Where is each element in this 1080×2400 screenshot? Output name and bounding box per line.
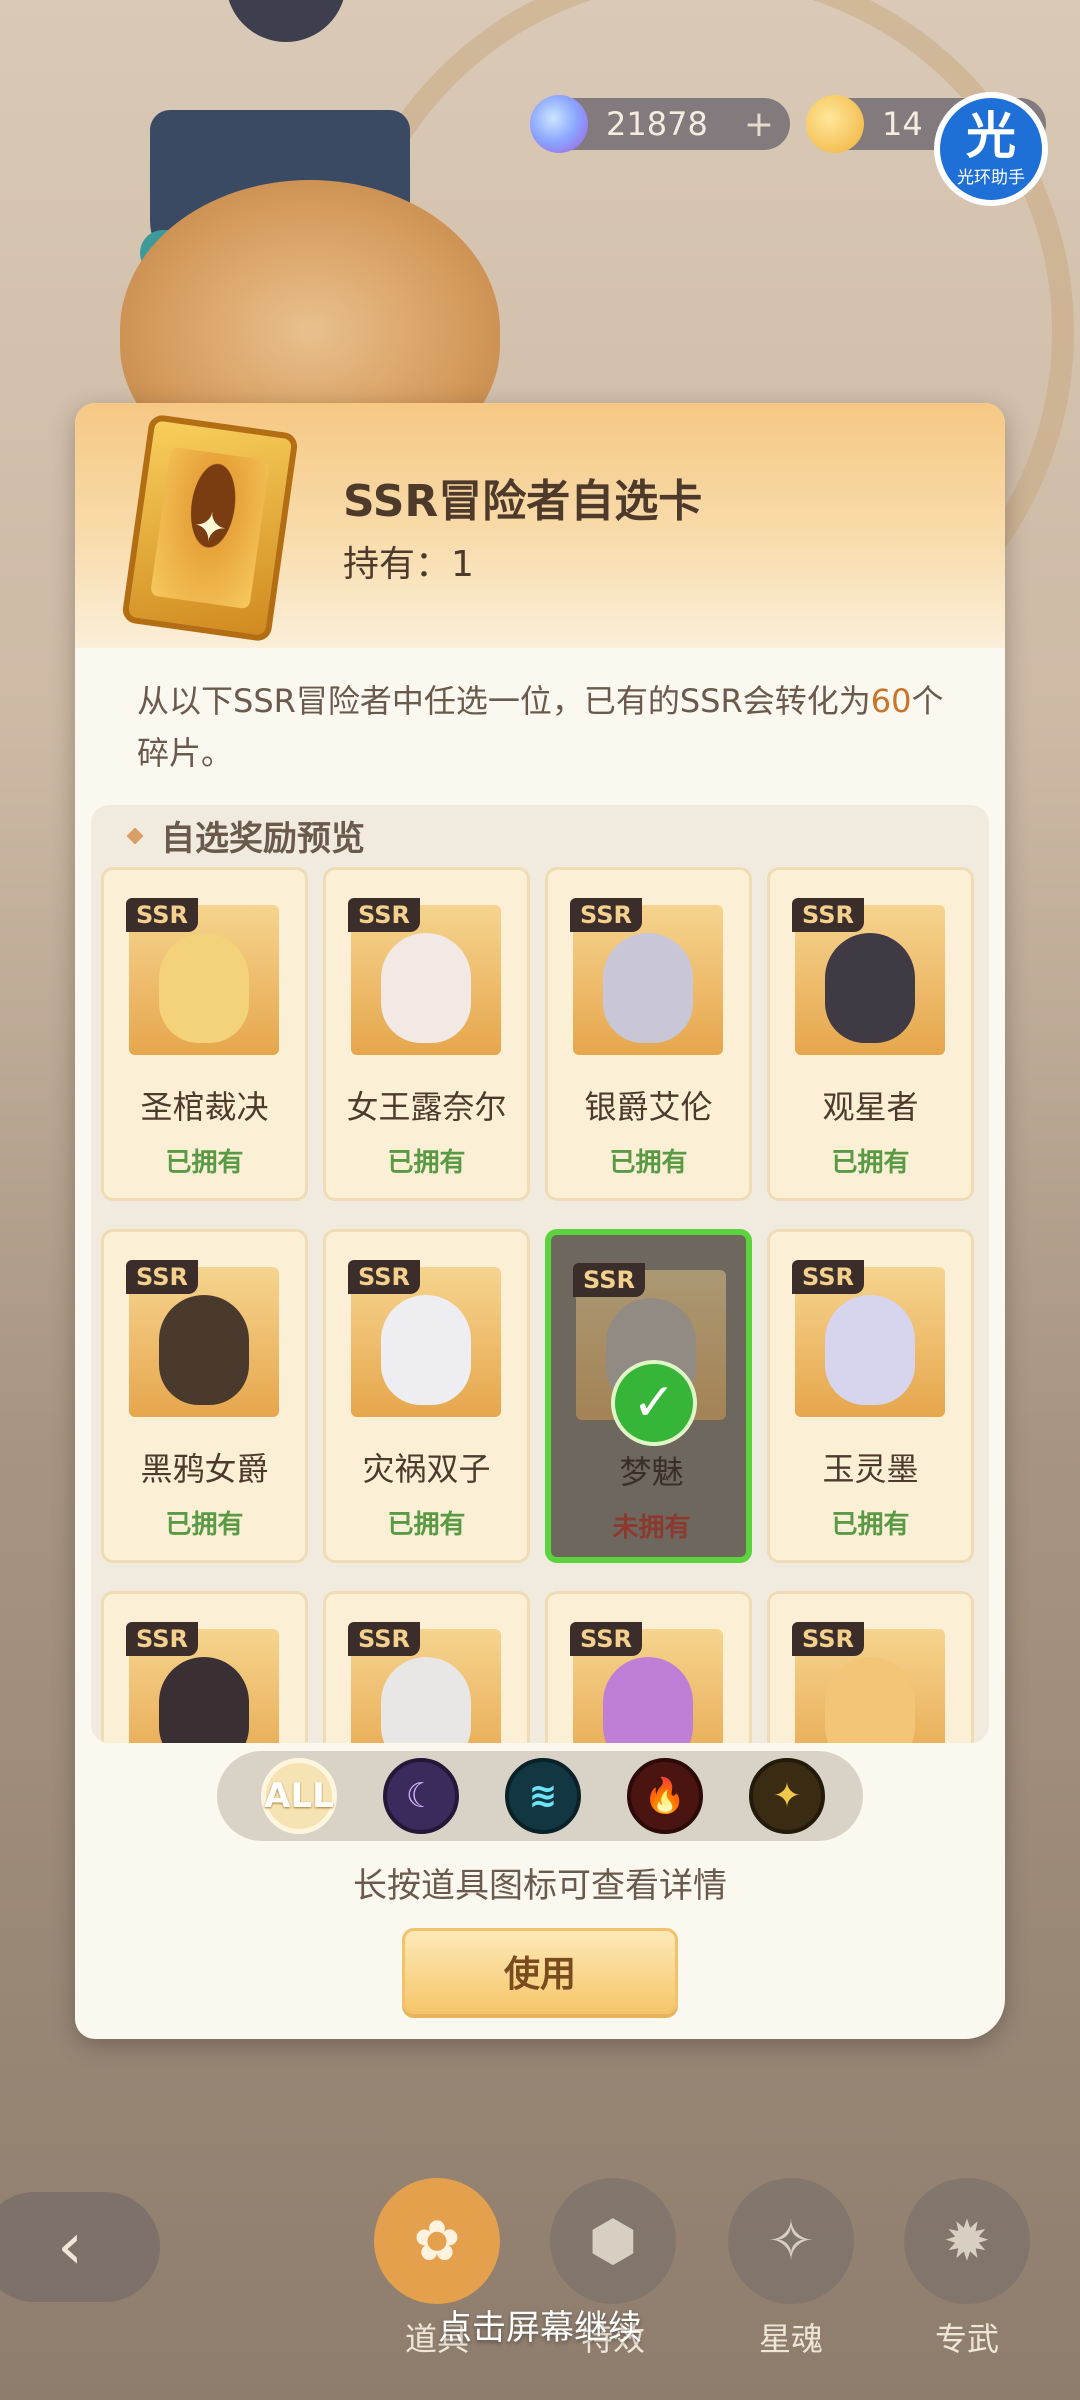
hero-cell[interactable]: SSR 圣棺裁决已拥有: [101, 867, 308, 1201]
hero-face: [603, 933, 693, 1043]
ssr-tag: SSR: [573, 1263, 645, 1297]
hero-face: [381, 933, 471, 1043]
ssr-tag: SSR: [126, 898, 198, 932]
ssr-tag: SSR: [348, 898, 420, 932]
hero-face: [159, 1295, 249, 1405]
reward-preview-panel[interactable]: 自选奖励预览 SSR 圣棺裁决 已拥有 SSR 女王露奈尔 已拥有 SSR 银爵艾伦 已拥有 SS…: [91, 805, 989, 1743]
ssr-tag: SSR: [792, 1622, 864, 1656]
moon-element-icon[interactable]: ☾: [383, 1758, 459, 1834]
hero-cell[interactable]: SSR 黑鸦女爵已拥有: [101, 1229, 308, 1563]
hero-name: 观星者: [822, 1088, 919, 1126]
hero-cell[interactable]: SSR: [767, 1591, 974, 1743]
item-owned: 持有：1: [343, 535, 474, 587]
back-arrow-icon: ‹: [57, 2210, 83, 2284]
hero-name: 梦魅: [619, 1453, 684, 1491]
gem-icon: [530, 95, 588, 153]
hero-cell[interactable]: SSR 玉灵墨已拥有: [767, 1229, 974, 1563]
star-element-icon[interactable]: ✦: [749, 1758, 825, 1834]
section-title: 自选奖励预览: [126, 811, 365, 860]
hero-name: 黑鸦女爵: [140, 1450, 269, 1488]
hero-cell[interactable]: SSR ✓ 梦魅未拥有: [545, 1229, 752, 1563]
top-avatar: [226, 0, 346, 42]
hero-name: 玉灵墨: [822, 1450, 919, 1488]
shard-count: 60: [870, 682, 912, 720]
hero-name: 女王露奈尔: [346, 1088, 507, 1126]
use-button[interactable]: 使用: [402, 1928, 678, 2014]
hero-cell[interactable]: SSR 银爵艾伦已拥有: [545, 867, 752, 1201]
ssr-tag: SSR: [348, 1622, 420, 1656]
hero-status: 已拥有: [165, 1148, 244, 1178]
item-description: 从以下SSR冒险者中任选一位，已有的SSR会转化为60个碎片。: [137, 675, 957, 779]
ssr-tag: SSR: [348, 1260, 420, 1294]
owned-label: 持有：: [343, 544, 452, 585]
continue-hint[interactable]: 点击屏幕继续: [0, 2300, 1080, 2349]
owned-count: 1: [451, 544, 474, 585]
hero-face: [825, 1295, 915, 1405]
hero-status: 已拥有: [831, 1148, 910, 1178]
ssr-card-icon[interactable]: ✦: [121, 413, 299, 643]
hero-face: [825, 933, 915, 1043]
card-silhouette: ✦: [150, 446, 270, 610]
hero-cell[interactable]: SSR: [101, 1591, 308, 1743]
hero-status: 已拥有: [609, 1148, 688, 1178]
hero-status: 已拥有: [165, 1510, 244, 1540]
item-title: SSR冒险者自选卡: [343, 476, 703, 527]
bag-icon: ✿: [374, 2178, 500, 2304]
hero-cell[interactable]: SSR: [323, 1591, 530, 1743]
wind-element-icon[interactable]: ≋: [505, 1758, 581, 1834]
gold-paw-icon: [806, 95, 864, 153]
hero-face: [825, 1657, 915, 1743]
hero-face: [381, 1657, 471, 1743]
hero-cell[interactable]: SSR 观星者已拥有: [767, 867, 974, 1201]
hero-face: [159, 1657, 249, 1743]
hero-face: [603, 1657, 693, 1743]
element-filter-bar: ALL ☾ ≋ 🔥 ✦: [217, 1751, 863, 1841]
gold-count: 14: [882, 105, 923, 143]
ssr-tag: SSR: [126, 1622, 198, 1656]
gem-counter[interactable]: 21878 +: [530, 95, 790, 153]
fire-element-icon[interactable]: 🔥: [627, 1758, 703, 1834]
long-press-hint: 长按道具图标可查看详情: [353, 1866, 727, 1906]
hero-name: 圣棺裁决: [140, 1088, 269, 1126]
hero-name: 银爵艾伦: [584, 1088, 713, 1126]
section-title-text: 自选奖励预览: [161, 819, 365, 859]
checkmark-icon: ✓: [611, 1360, 697, 1446]
hero-name: 灾祸双子: [362, 1450, 491, 1488]
dice-icon: ⬢: [550, 2178, 676, 2304]
hero-status: 未拥有: [612, 1513, 691, 1543]
item-dialog: ✦ SSR冒险者自选卡 持有：1 从以下SSR冒险者中任选一位，已有的SSR会转…: [75, 403, 1005, 2039]
hero-status: 已拥有: [387, 1510, 466, 1540]
helper-label: 光环助手: [957, 167, 1025, 188]
ssr-tag: SSR: [792, 1260, 864, 1294]
gem-count: 21878: [606, 105, 708, 143]
ssr-tag: SSR: [126, 1260, 198, 1294]
hero-cell[interactable]: SSR: [545, 1591, 752, 1743]
helper-badge[interactable]: 光 光环助手: [934, 92, 1048, 206]
hero-status: 已拥有: [387, 1148, 466, 1178]
hero-face: [381, 1295, 471, 1405]
hero-face: [159, 933, 249, 1043]
description-text: 从以下SSR冒险者中任选一位，已有的SSR会转化为: [137, 682, 871, 720]
ssr-tag: SSR: [570, 1622, 642, 1656]
hero-cell[interactable]: SSR 灾祸双子已拥有: [323, 1229, 530, 1563]
diamond-icon: [126, 827, 144, 844]
card-icon: ✧: [728, 2178, 854, 2304]
hero-cell[interactable]: SSR 女王露奈尔已拥有: [323, 867, 530, 1201]
helper-glyph: 光: [966, 106, 1016, 165]
add-gems-button[interactable]: +: [744, 104, 774, 145]
gear-icon: ✹: [904, 2178, 1030, 2304]
ssr-tag: SSR: [570, 898, 642, 932]
back-button[interactable]: ‹: [0, 2192, 160, 2302]
filter-all-icon[interactable]: ALL: [261, 1758, 337, 1834]
ssr-tag: SSR: [792, 898, 864, 932]
hero-status: 已拥有: [831, 1510, 910, 1540]
